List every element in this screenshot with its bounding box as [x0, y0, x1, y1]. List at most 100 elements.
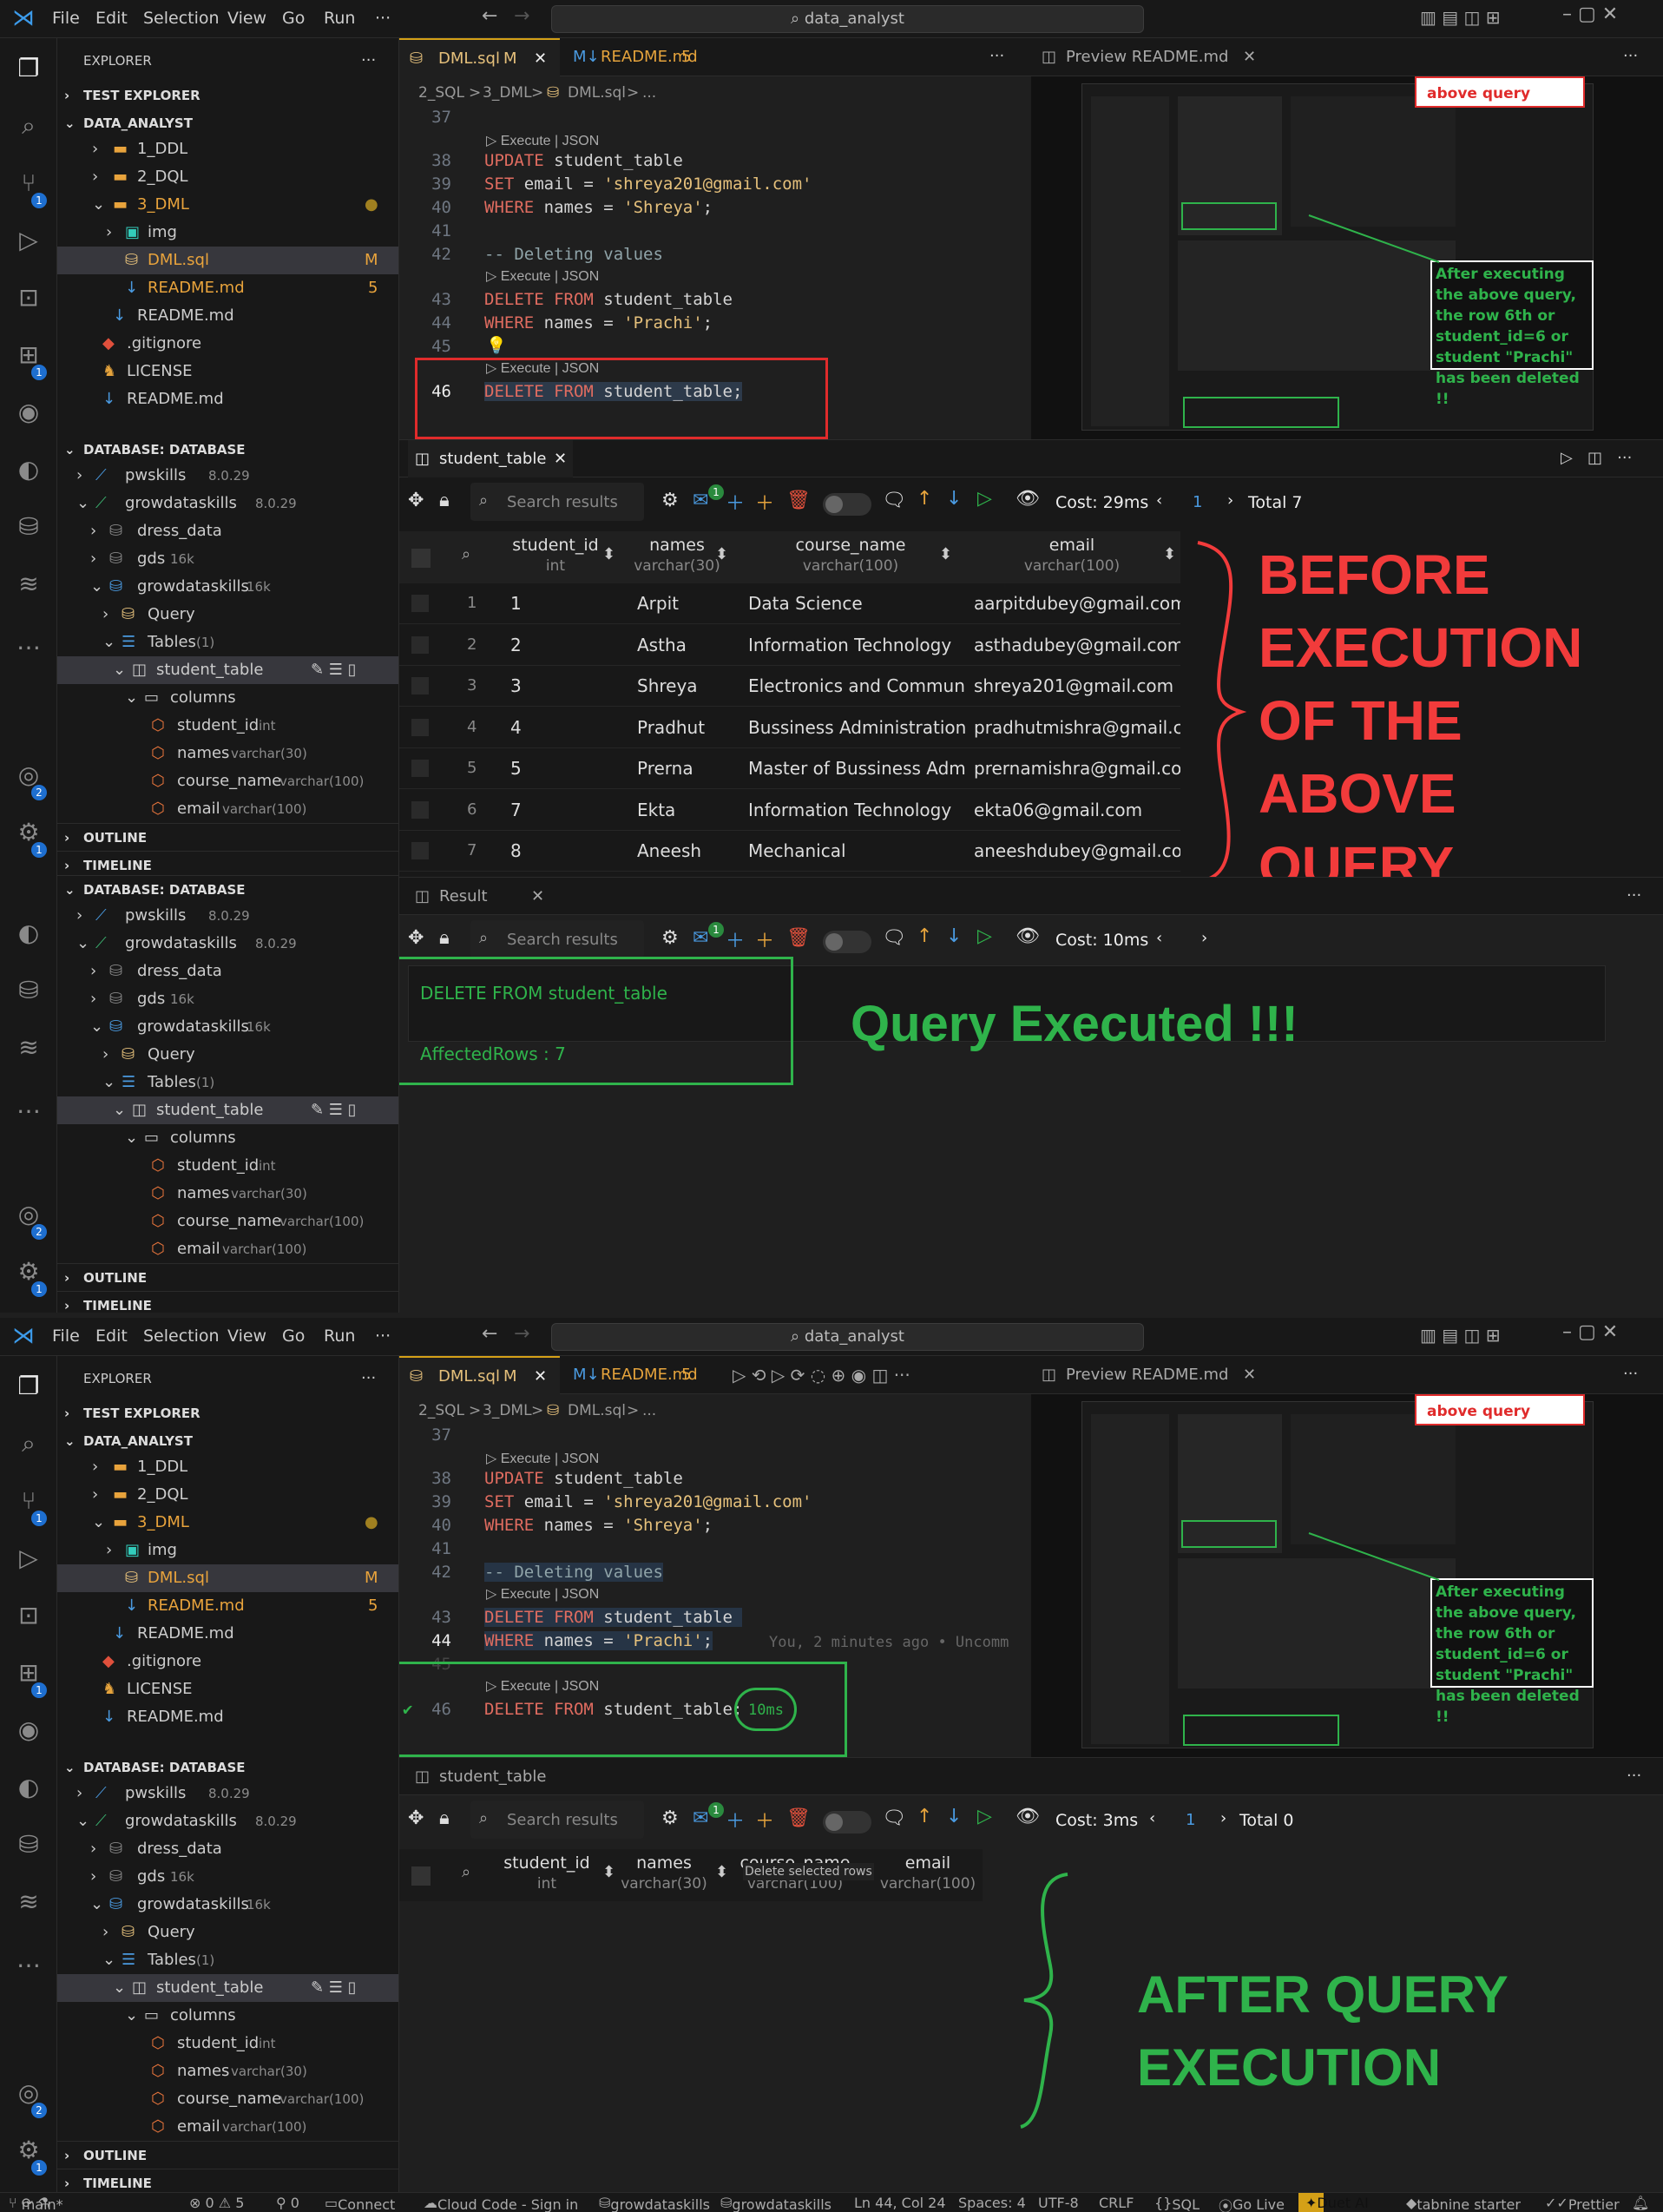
header-student-id[interactable]: student_id int	[486, 1853, 608, 1905]
explorer-more-icon[interactable]: ···	[361, 47, 376, 75]
table-cell[interactable]: Data Science	[748, 593, 965, 614]
edge-icon[interactable]: ◐	[12, 1771, 45, 1804]
window-controls[interactable]: – ▢ ✕	[1562, 1321, 1618, 1343]
ports-status[interactable]: ⚲ 0	[276, 2195, 299, 2211]
run-debug-icon[interactable]: ▷	[12, 224, 45, 257]
header-names[interactable]: names varchar(30)	[616, 1853, 712, 1905]
mail-icon[interactable]: ✉	[693, 490, 708, 511]
toggle-switch[interactable]	[823, 931, 871, 953]
header-email[interactable]: email varchar(100)	[873, 1853, 983, 1905]
header-email[interactable]: email varchar(100)	[963, 535, 1180, 587]
menu-more[interactable]: ···	[375, 1327, 391, 1346]
tab-readme[interactable]: M↓ README.md 5	[564, 38, 720, 76]
encoding-status[interactable]: UTF-8	[1038, 2195, 1079, 2211]
column-names[interactable]: ⬡ names varchar(30)	[57, 2057, 398, 2085]
table-cell[interactable]: 3	[510, 675, 606, 696]
table-cell[interactable]: ekta06@gmail.com	[974, 800, 1180, 820]
run-icon[interactable]: ▷	[977, 925, 992, 947]
back-arrow-icon[interactable]: ←	[482, 1323, 497, 1345]
settings-icon[interactable]: ⚙	[661, 1807, 679, 1829]
codelens-execute[interactable]: ▷ Execute | JSON	[486, 1450, 599, 1467]
db-tables[interactable]: ⌄ ☰ Tables (1)	[57, 629, 398, 656]
row-checkbox[interactable]	[411, 718, 429, 736]
db-query[interactable]: › ⛁ Query	[57, 1919, 398, 1946]
db-status-2[interactable]: ⛁ growdataskills	[720, 2195, 832, 2212]
database-icon[interactable]: ⛁	[12, 510, 45, 543]
result-more-icon[interactable]: ···	[1627, 886, 1641, 905]
db-pwskills[interactable]: › ⟋ pwskills 8.0.29	[57, 462, 398, 490]
folder-2-dql[interactable]: › ▬ 2_DQL	[57, 163, 398, 191]
db-status-1[interactable]: ⛁ growdataskills	[599, 2195, 710, 2212]
toggle-switch[interactable]	[823, 1811, 871, 1833]
move-icon[interactable]: ✥	[408, 927, 424, 949]
indent-status[interactable]: Spaces: 4	[958, 2195, 1026, 2211]
column-student-id[interactable]: ⬡ student_id int	[57, 712, 398, 740]
table-cell[interactable]: pradhutmishra@gmail.com	[974, 717, 1180, 738]
table-cell[interactable]: Master of Bussiness Admini	[748, 758, 965, 779]
add-row-icon[interactable]: ＋	[726, 925, 745, 953]
db-student-table[interactable]: ⌄ ◫ student_table ✎ ☰ ▯	[57, 1096, 398, 1124]
github-icon[interactable]: ◉	[12, 1714, 45, 1747]
row-checkbox[interactable]	[411, 760, 429, 777]
move-icon[interactable]: ✥	[408, 490, 424, 511]
db-pwskills[interactable]: › ⟋ pwskills 8.0.29	[57, 1780, 398, 1807]
delete-icon[interactable]: 🗑︎	[786, 1807, 811, 1829]
codelens-execute[interactable]: ▷ Execute | JSON	[486, 1585, 599, 1603]
file-dml-sql[interactable]: ⛁ DML.sql M	[57, 247, 398, 274]
window-controls[interactable]: – ▢ ✕	[1562, 3, 1618, 25]
file-gitignore[interactable]: ◆ .gitignore	[57, 330, 398, 358]
eye-icon[interactable]: 👁︎	[1016, 925, 1040, 947]
table-cell[interactable]: Mechanical	[748, 840, 965, 861]
table-cell[interactable]: Bussiness Administration	[748, 717, 965, 738]
select-all-checkbox[interactable]	[411, 549, 431, 568]
add-icon[interactable]: ＋	[755, 488, 774, 516]
eye-icon[interactable]: 👁︎	[1016, 1806, 1040, 1827]
table-cell[interactable]: Astha	[637, 635, 750, 655]
table-row[interactable]: 2 2 Astha Information Technology asthadubey@…	[399, 625, 1180, 666]
explorer-icon[interactable]: ❐	[12, 52, 45, 85]
edit-icon[interactable]: ✎ ☰ ▯	[311, 1096, 357, 1124]
tab-preview-readme[interactable]: ◫ Preview README.md ✕	[1042, 1356, 1267, 1394]
explorer-icon[interactable]: ❐	[12, 1370, 45, 1403]
outline-section[interactable]: › OUTLINE	[57, 823, 398, 851]
codelens-execute[interactable]: ▷ Execute | JSON	[486, 267, 599, 285]
prev-page-icon[interactable]: ‹	[1156, 491, 1162, 510]
menu-go[interactable]: Go	[282, 1327, 305, 1346]
tab-result[interactable]: ◫ Result ✕	[408, 878, 547, 916]
connect-status[interactable]: ▭ Connect	[325, 2195, 395, 2212]
search-results-input[interactable]: ⌕ Search results	[470, 1801, 644, 1839]
menu-run[interactable]: Run	[324, 1327, 355, 1346]
page-number[interactable]: 1	[1193, 493, 1202, 511]
tab-preview-readme[interactable]: ◫ Preview README.md ✕	[1042, 38, 1267, 76]
command-center-search[interactable]: ⌕ data_analyst	[551, 1323, 1144, 1351]
forward-arrow-icon[interactable]: →	[514, 5, 529, 27]
language-status[interactable]: {} SQL	[1154, 2195, 1200, 2212]
table-row[interactable]: 3 3 ShreyaElectronics and Communica shreya2…	[399, 666, 1180, 707]
notifications-icon[interactable]: 🔔︎	[1632, 2195, 1649, 2211]
edge-icon-2[interactable]: ◐	[12, 917, 45, 950]
menu-selection[interactable]: Selection	[143, 1327, 220, 1346]
select-all-checkbox[interactable]	[411, 1866, 431, 1886]
arrow-up-icon[interactable]: ↑	[917, 925, 932, 947]
tab-dml-sql[interactable]: ⛁ DML.sql M ✕	[399, 38, 560, 76]
comment-icon[interactable]: 🗨︎	[882, 490, 906, 511]
layers-icon-2[interactable]: ≋	[12, 1031, 45, 1064]
duet-ai-status[interactable]: ✦ Duet AI	[1298, 2193, 1369, 2212]
header-student-id[interactable]: student_id int	[495, 535, 616, 587]
table-cell[interactable]: Information Technology	[748, 635, 965, 655]
menu-edit[interactable]: Edit	[95, 9, 128, 28]
db-dress-data[interactable]: › ⛁ dress_data	[57, 958, 398, 985]
db-tables[interactable]: ⌄ ☰ Tables (1)	[57, 1946, 398, 1974]
remote-explorer-icon[interactable]: ⊡	[12, 281, 45, 314]
db-tables[interactable]: ⌄ ☰ Tables (1)	[57, 1069, 398, 1096]
outline-section[interactable]: › OUTLINE	[57, 2141, 398, 2169]
prettier-status[interactable]: ✓✓ Prettier	[1545, 2195, 1620, 2212]
preview-more-icon[interactable]: ···	[1623, 47, 1638, 65]
search-icon[interactable]: ⌕	[12, 1427, 45, 1460]
run-icon[interactable]: ▷	[977, 1806, 992, 1827]
menu-file[interactable]: File	[52, 1327, 80, 1346]
folder-3-dml[interactable]: ⌄ ▬ 3_DML ●	[57, 1509, 398, 1537]
tab-dml-sql[interactable]: ⛁ DML.sql M ✕	[399, 1356, 560, 1394]
db-growdataskills-schema[interactable]: ⌄ ⛁ growdataskills 16k	[57, 1013, 398, 1041]
file-readme-3dml[interactable]: ↓ README.md 5	[57, 1592, 398, 1620]
